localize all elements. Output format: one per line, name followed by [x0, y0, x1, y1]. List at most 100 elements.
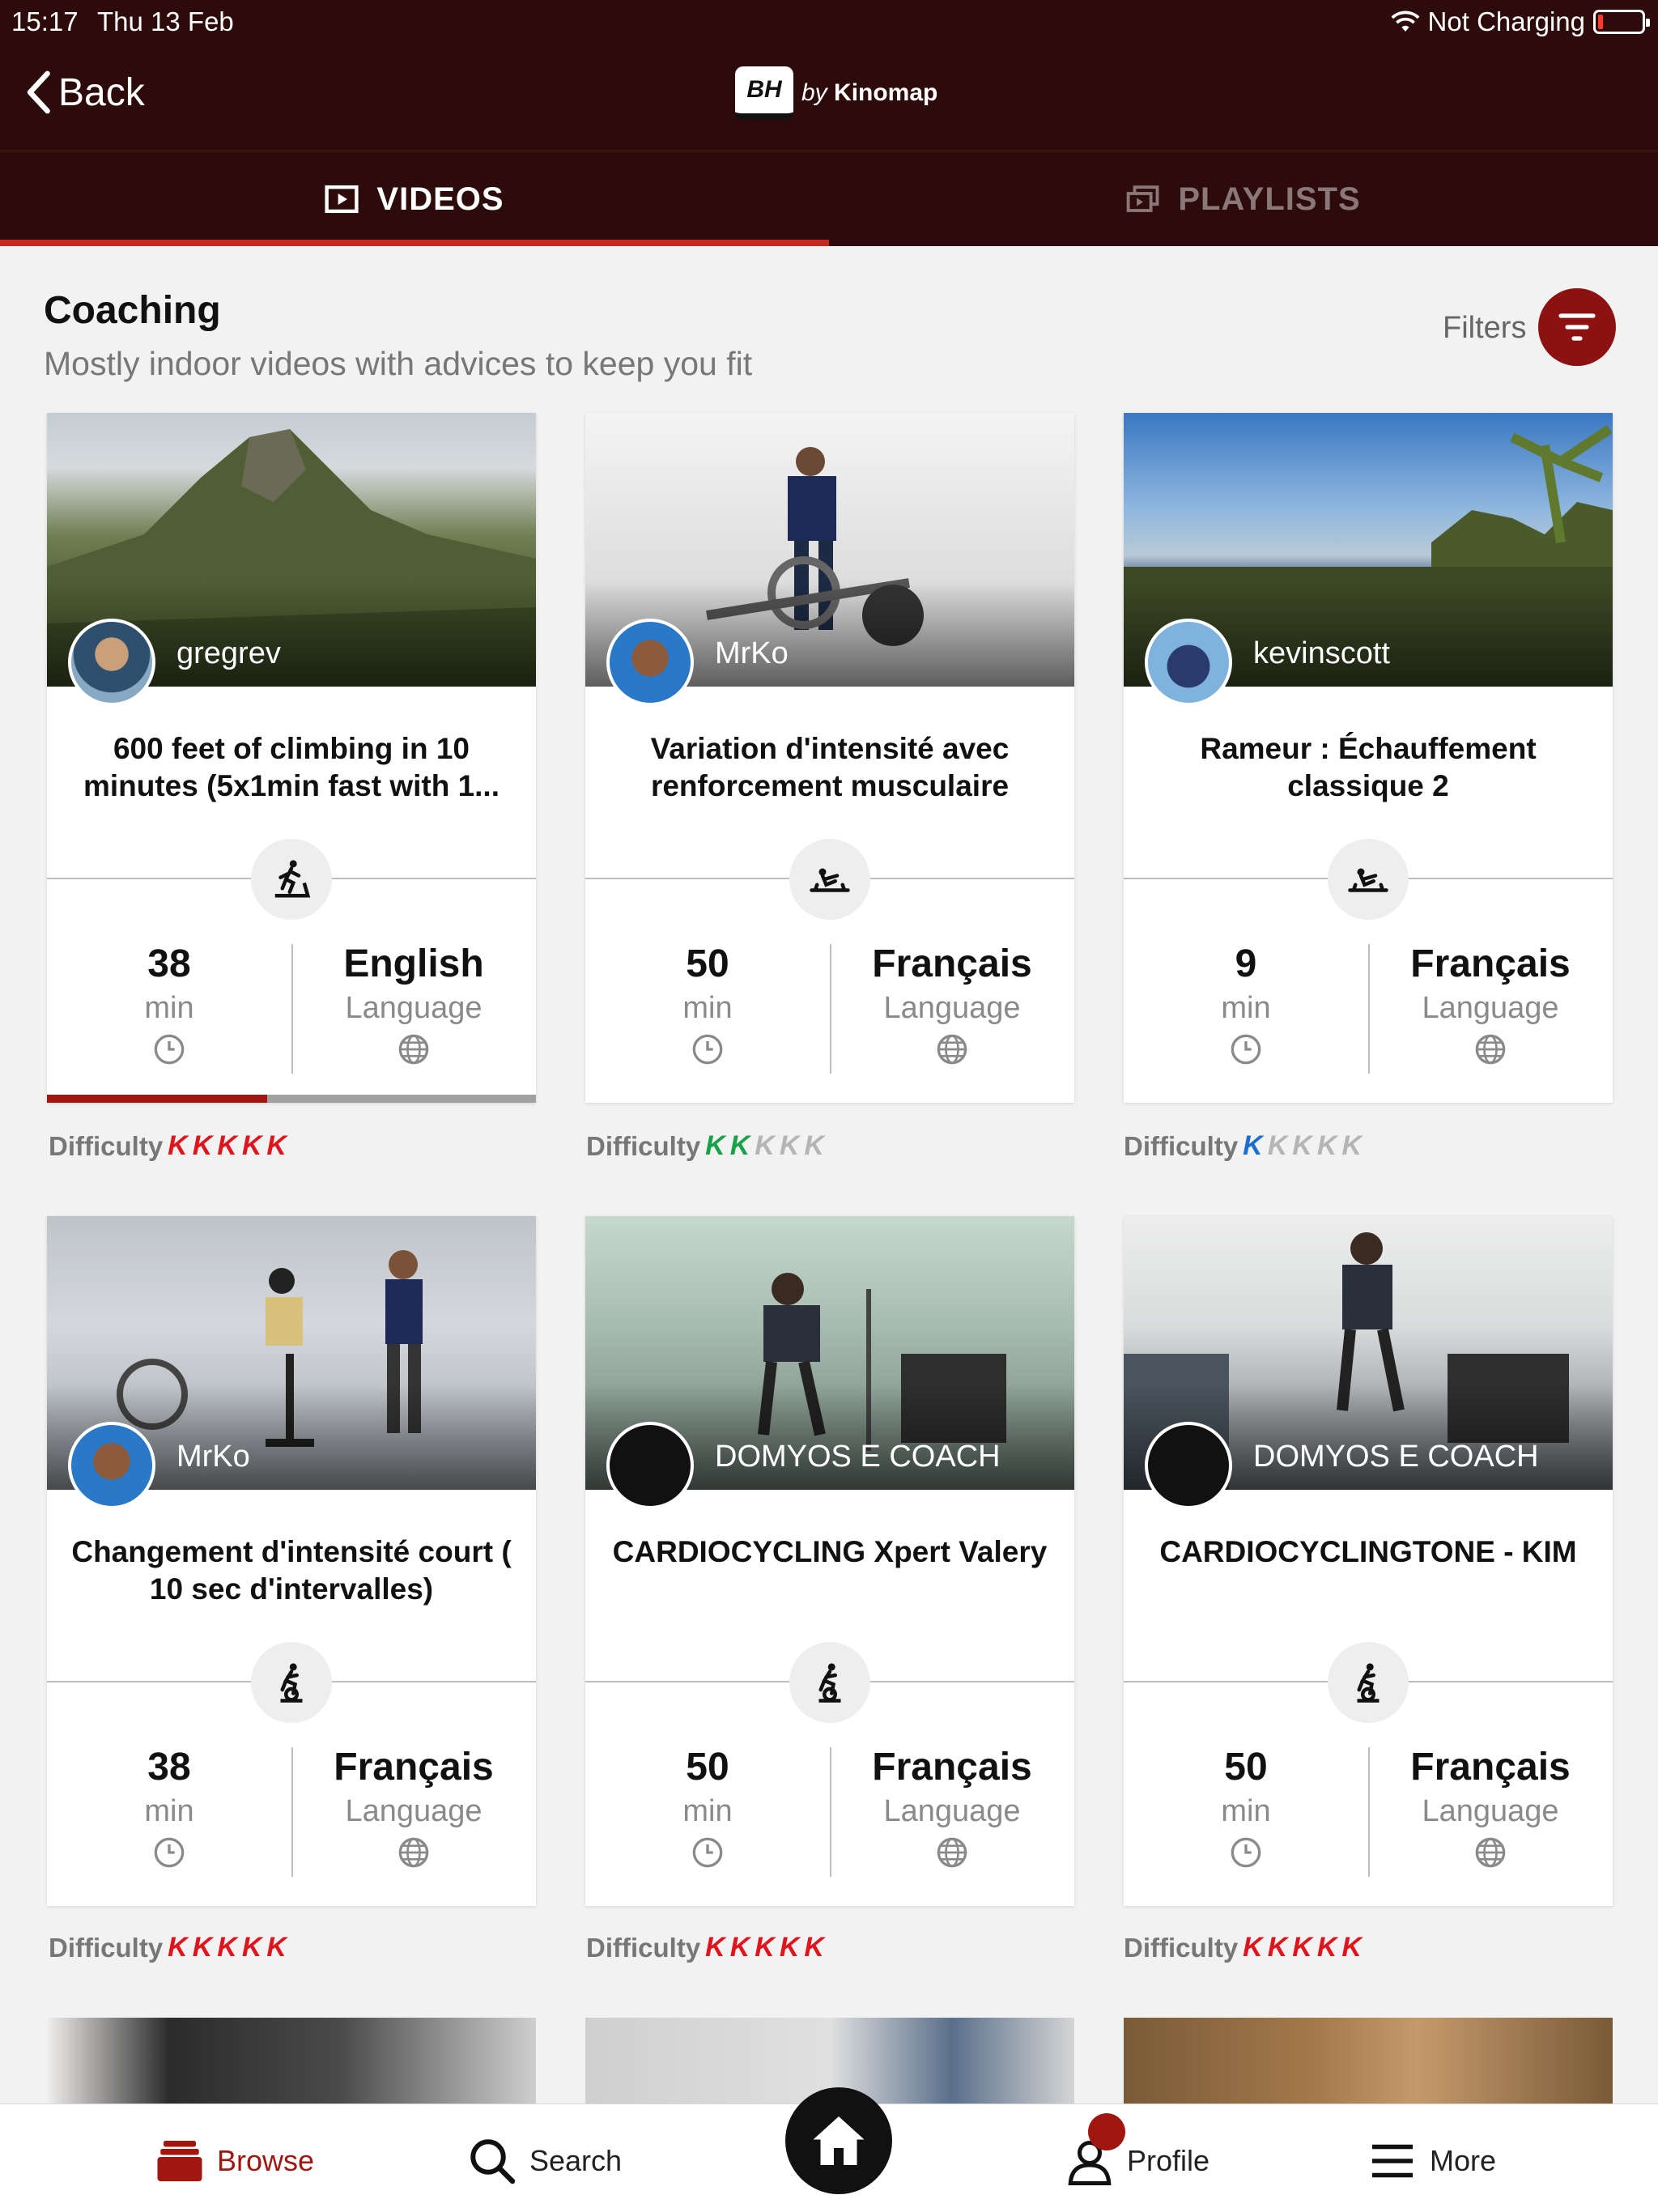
bike-icon [818, 1663, 841, 1703]
treadmill-icon [274, 860, 311, 898]
bike-icon [280, 1663, 303, 1703]
duration-value: 50 [1224, 1746, 1268, 1789]
duration-stat: 50 min [585, 941, 830, 1070]
difficulty-rating: Difficulty KKKKK [586, 1130, 824, 1162]
language-label: Language [345, 991, 483, 1025]
difficulty-k-icon: K [1267, 1932, 1288, 1963]
sport-badge [1328, 1642, 1409, 1723]
difficulty-k-icon: K [1316, 1130, 1337, 1161]
author-name: gregrev [176, 636, 281, 670]
difficulty-k-icon: K [804, 1932, 824, 1963]
status-time: 15:17 [11, 6, 79, 36]
video-title: Changement d'intensité court ( 10 sec d'… [71, 1535, 512, 1606]
language-stat: Français Language [1368, 941, 1613, 1070]
globe-icon [398, 1837, 429, 1868]
difficulty-rating: Difficulty KKKKK [1124, 1932, 1362, 1963]
difficulty-k-icon: K [1243, 1130, 1263, 1161]
clock-icon [1231, 1837, 1261, 1868]
difficulty-k-icon: K [705, 1130, 725, 1161]
tab-videos[interactable]: VIDEOS [0, 151, 829, 247]
nav-browse[interactable]: Browse [155, 2137, 314, 2185]
nav-search-label: Search [529, 2144, 623, 2177]
language-value: Français [872, 1746, 1032, 1789]
language-label: Language [883, 1794, 1021, 1828]
nav-search[interactable]: Search [468, 2137, 622, 2185]
globe-icon [937, 1034, 967, 1065]
video-card[interactable]: gregrev 600 feet of climbing in 10 minut… [47, 413, 536, 1103]
difficulty-k-icon: K [705, 1932, 725, 1963]
difficulty-k-icon: K [217, 1130, 237, 1161]
difficulty-k-icon: K [729, 1932, 750, 1963]
sport-badge [789, 1642, 870, 1723]
duration-unit: min [1221, 991, 1271, 1025]
video-card[interactable]: DOMYOS E COACH CARDIOCYCLINGTONE - KIM 5… [1124, 1216, 1613, 1906]
video-card-partial[interactable] [1124, 2018, 1613, 2107]
tab-videos-label: VIDEOS [376, 181, 504, 217]
difficulty-k-icon: K [1243, 1932, 1263, 1963]
video-card[interactable]: MrKo Changement d'intensité court ( 10 s… [47, 1216, 536, 1906]
difficulty-rating: Difficulty KKKKK [586, 1932, 824, 1963]
clock-icon [692, 1034, 723, 1065]
duration-value: 50 [686, 942, 729, 985]
difficulty-k-icon: K [168, 1932, 188, 1963]
domyos-logo-icon [1145, 1422, 1232, 1509]
difficulty-k-icon: K [755, 1130, 775, 1161]
language-label: Language [1422, 991, 1559, 1025]
sport-badge [251, 1642, 332, 1723]
author-name: DOMYOS E COACH [715, 1440, 1001, 1474]
video-card[interactable]: MrKo Variation d'intensité avec renforce… [585, 413, 1074, 1103]
video-card[interactable]: kevinscott Rameur : Échauffement classiq… [1124, 413, 1613, 1103]
difficulty-k-icon: K [1316, 1932, 1337, 1963]
video-title: CARDIOCYCLING Xpert Valery [612, 1535, 1048, 1568]
profile-notification-badge [1088, 2113, 1125, 2150]
home-button[interactable] [785, 2087, 892, 2194]
filters-label[interactable]: Filters [1443, 311, 1526, 346]
video-icon [325, 185, 359, 214]
globe-icon [1475, 1837, 1506, 1868]
avatar [68, 619, 155, 706]
duration-value: 38 [147, 1746, 191, 1789]
language-stat: English Language [291, 941, 536, 1070]
author-name: MrKo [715, 636, 789, 670]
nav-profile[interactable]: Profile [1065, 2137, 1209, 2185]
section-subtitle: Mostly indoor videos with advices to kee… [44, 345, 753, 382]
back-button[interactable]: Back [24, 70, 145, 115]
clock-icon [154, 1837, 185, 1868]
language-stat: Français Language [830, 941, 1074, 1070]
globe-icon [398, 1034, 429, 1065]
nav-more-label: More [1430, 2144, 1497, 2177]
difficulty-label: Difficulty [49, 1932, 164, 1963]
duration-stat: 50 min [1124, 1744, 1368, 1873]
bike-icon [1357, 1663, 1380, 1703]
video-title: CARDIOCYCLINGTONE - KIM [1159, 1535, 1577, 1568]
language-stat: Français Language [291, 1744, 536, 1873]
duration-unit: min [144, 1794, 194, 1828]
video-card[interactable]: DOMYOS E COACH CARDIOCYCLING Xpert Valer… [585, 1216, 1074, 1906]
video-card-partial[interactable] [47, 2018, 536, 2107]
difficulty-k-icon: K [804, 1130, 824, 1161]
author-name: DOMYOS E COACH [1253, 1440, 1539, 1474]
duration-unit: min [144, 991, 194, 1025]
duration-value: 38 [147, 942, 191, 985]
video-title: 600 feet of climbing in 10 minutes (5x1m… [83, 732, 500, 802]
app-header: 15:17 Thu 13 Feb Not Charging Back BH by… [0, 0, 1658, 246]
difficulty-label: Difficulty [1124, 1932, 1239, 1963]
difficulty-k-icon: K [1267, 1130, 1288, 1161]
tab-playlists[interactable]: PLAYLISTS [829, 151, 1658, 247]
duration-unit: min [1221, 1794, 1271, 1828]
difficulty-k-icon: K [217, 1932, 237, 1963]
wifi-icon [1391, 11, 1419, 32]
tab-bar: VIDEOS PLAYLISTS [0, 151, 1658, 246]
filters-button[interactable] [1538, 288, 1616, 366]
sport-badge [251, 839, 332, 920]
duration-stat: 9 min [1124, 941, 1368, 1070]
language-value: Français [334, 1746, 494, 1789]
watch-progress-fill [47, 1095, 267, 1103]
rower-icon [1348, 868, 1388, 892]
battery-icon [1593, 10, 1650, 34]
nav-more[interactable]: More [1368, 2137, 1496, 2185]
difficulty-k-icon: K [779, 1130, 800, 1161]
difficulty-rating: Difficulty KKKKK [49, 1130, 287, 1162]
logo-badge: BH [735, 66, 793, 120]
avatar [606, 619, 694, 706]
